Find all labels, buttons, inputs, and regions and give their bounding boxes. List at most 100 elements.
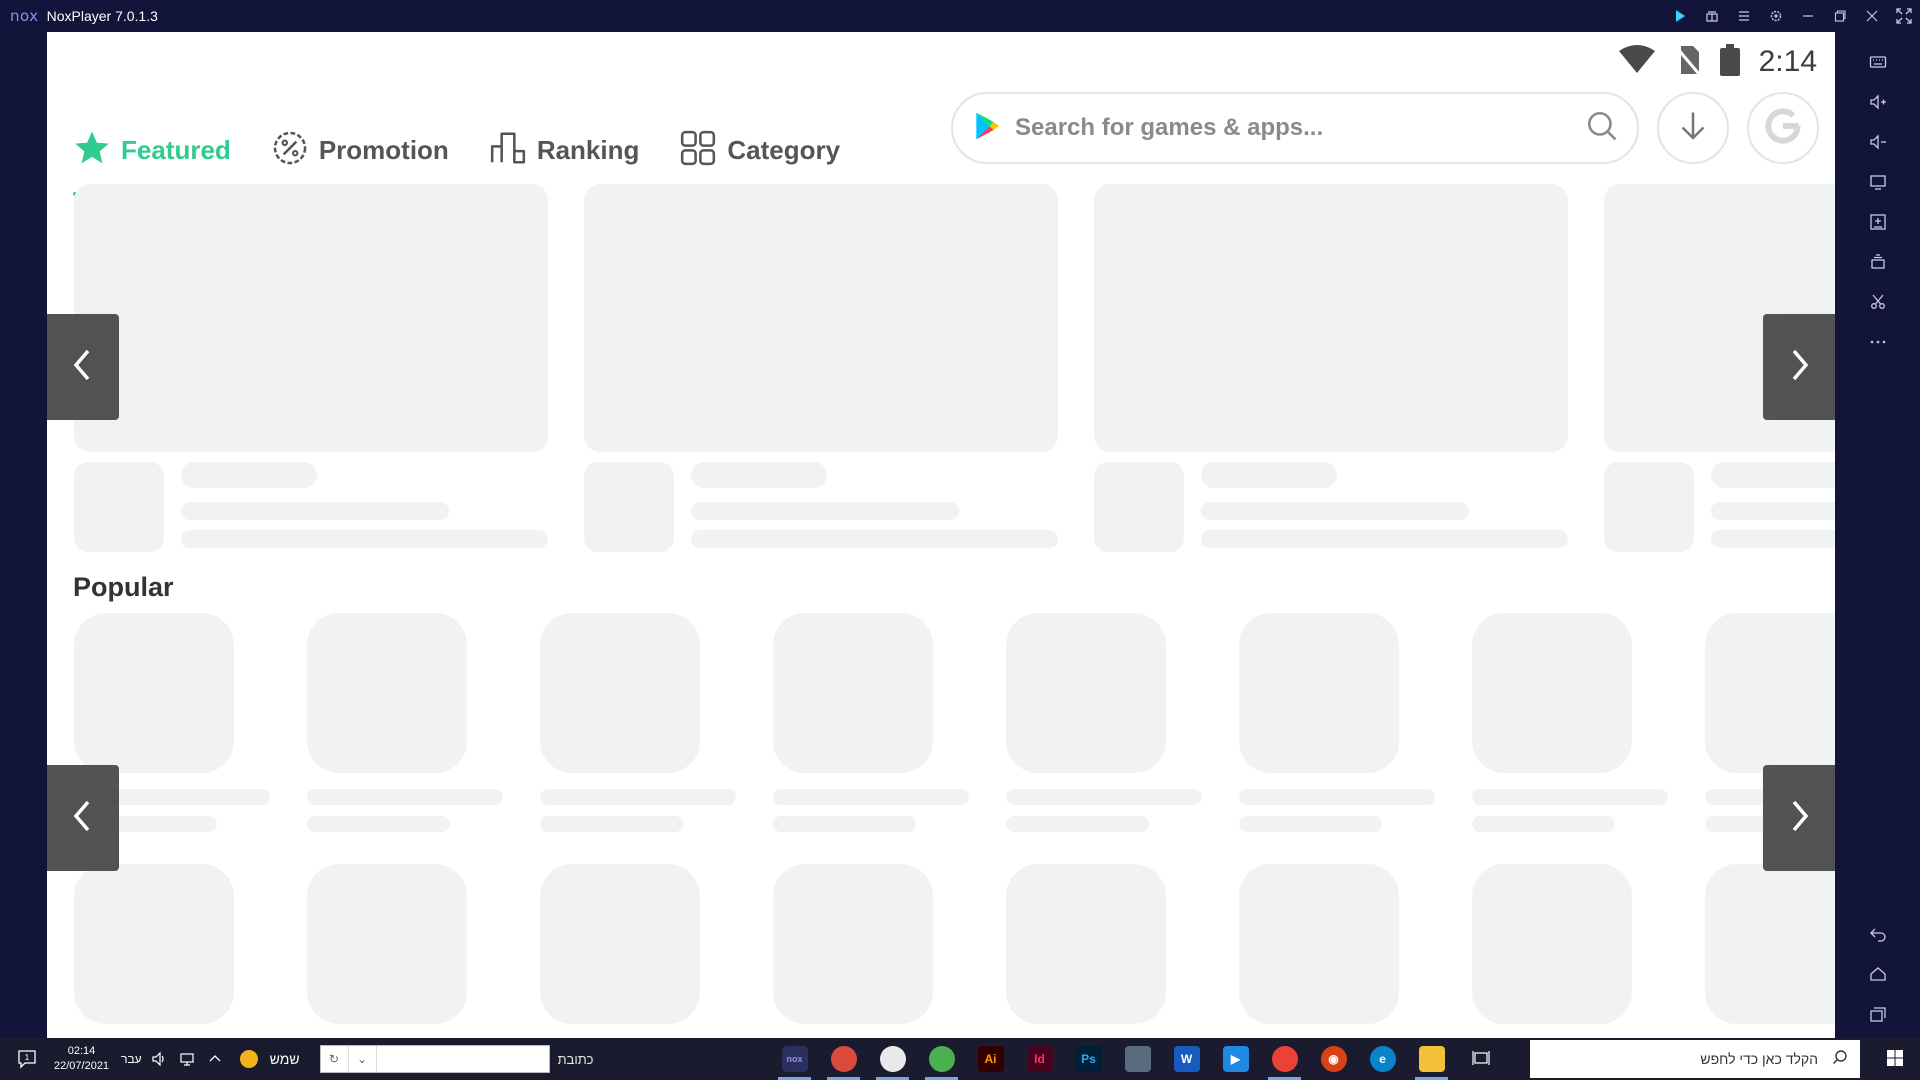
app-tile-placeholder[interactable]: [1006, 864, 1166, 1024]
volume-down-icon[interactable]: [1858, 122, 1898, 162]
app-tile-placeholder[interactable]: [773, 864, 933, 1024]
android-status-bar: 2:14: [1617, 38, 1817, 86]
taskbar-app-edge[interactable]: e: [1358, 1038, 1407, 1080]
popular-next-button[interactable]: [1763, 765, 1835, 871]
home-icon[interactable]: [1858, 954, 1898, 994]
taskbar-app-illustrator[interactable]: Ai: [966, 1038, 1015, 1080]
text-placeholder: [307, 816, 450, 832]
banner-placeholder[interactable]: [1094, 184, 1568, 452]
google-icon: [1761, 104, 1805, 153]
fullscreen-icon[interactable]: [1888, 0, 1920, 32]
text-placeholder: [1472, 789, 1668, 805]
tab-ranking[interactable]: Ranking: [489, 120, 639, 180]
taskbar-app-indesign[interactable]: Id: [1015, 1038, 1064, 1080]
search-icon[interactable]: [1585, 109, 1619, 148]
app-tile-placeholder[interactable]: [1705, 613, 1835, 773]
multi-instance-icon[interactable]: [1858, 242, 1898, 282]
nox-app-icon: nox: [781, 1046, 808, 1072]
taskbar-app-nox[interactable]: nox: [770, 1038, 819, 1080]
add-apk-icon[interactable]: [1858, 202, 1898, 242]
tab-category[interactable]: Category: [679, 120, 840, 180]
start-button[interactable]: [1880, 1044, 1910, 1074]
taskbar-task-view[interactable]: [1456, 1038, 1505, 1080]
minimize-icon[interactable]: [1792, 0, 1824, 32]
keyboard-icon[interactable]: [1858, 42, 1898, 82]
menu-icon[interactable]: [1728, 0, 1760, 32]
taskbar-app-chrome-profile-1[interactable]: [819, 1038, 868, 1080]
speaker-icon[interactable]: [148, 1048, 170, 1070]
settings-icon[interactable]: [1760, 0, 1792, 32]
close-icon[interactable]: [1856, 0, 1888, 32]
app-tile-placeholder[interactable]: [307, 613, 467, 773]
taskbar-app-media-player[interactable]: ▶: [1211, 1038, 1260, 1080]
recent-apps-icon[interactable]: [1858, 994, 1898, 1034]
more-icon[interactable]: [1858, 322, 1898, 362]
chevron-down-icon[interactable]: ⌄: [349, 1046, 377, 1072]
chevron-left-icon: [68, 345, 98, 390]
app-tile-placeholder[interactable]: [540, 613, 700, 773]
banner-placeholder[interactable]: [584, 184, 1058, 452]
taskbar-app-chrome-profile-2[interactable]: [868, 1038, 917, 1080]
app-tile-placeholder[interactable]: [1006, 613, 1166, 773]
taskbar-clock[interactable]: 02:14 22/07/2021: [54, 1044, 109, 1074]
screen-icon[interactable]: [1858, 162, 1898, 202]
scissors-icon[interactable]: [1858, 282, 1898, 322]
text-placeholder: [1239, 816, 1382, 832]
weather-widget[interactable]: שמש: [239, 1050, 300, 1068]
app-tile-placeholder[interactable]: [1239, 864, 1399, 1024]
app-tile-placeholder[interactable]: [74, 864, 234, 1024]
edge-icon: e: [1369, 1046, 1396, 1072]
featured-prev-button[interactable]: [47, 314, 119, 420]
volume-up-icon[interactable]: [1858, 82, 1898, 122]
taskbar-search[interactable]: הקלד כאן כדי לחפש: [1530, 1040, 1860, 1078]
text-placeholder: [1711, 530, 1835, 548]
taskbar-app-music[interactable]: ◉: [1309, 1038, 1358, 1080]
taskbar-app-chrome[interactable]: [1260, 1038, 1309, 1080]
app-tile-placeholder[interactable]: [540, 864, 700, 1024]
taskbar-app-file-explorer[interactable]: [1407, 1038, 1456, 1080]
restore-icon[interactable]: [1824, 0, 1856, 32]
popular-prev-button[interactable]: [47, 765, 119, 871]
address-toolbar[interactable]: ↻ ⌄: [319, 1045, 550, 1073]
taskbar-app-chrome-canary[interactable]: [917, 1038, 966, 1080]
refresh-icon[interactable]: ↻: [321, 1046, 349, 1072]
app-tile-placeholder[interactable]: [1472, 613, 1632, 773]
language-indicator[interactable]: עבר: [121, 1052, 142, 1066]
side-toolbar: [1835, 32, 1920, 1038]
app-tile-placeholder[interactable]: [773, 613, 933, 773]
google-account-button[interactable]: [1747, 92, 1819, 164]
network-icon[interactable]: [176, 1048, 198, 1070]
search-bar[interactable]: [951, 92, 1639, 164]
app-tile-placeholder[interactable]: [1705, 864, 1835, 1024]
gift-icon[interactable]: [1696, 0, 1728, 32]
search-input[interactable]: [1015, 114, 1585, 142]
text-placeholder: [773, 816, 916, 832]
folder-icon: [1418, 1046, 1445, 1072]
text-placeholder: [1201, 530, 1568, 548]
app-tile-placeholder[interactable]: [74, 613, 234, 773]
app-tile-placeholder[interactable]: [1472, 864, 1632, 1024]
percent-badge-icon: [271, 129, 309, 172]
tab-featured[interactable]: Featured: [73, 120, 231, 196]
notification-count: 1: [25, 1053, 30, 1062]
back-icon[interactable]: [1858, 914, 1898, 954]
taskbar-app-calculator[interactable]: [1113, 1038, 1162, 1080]
play-icon[interactable]: [1664, 0, 1696, 32]
text-placeholder: [181, 502, 449, 520]
tab-promotion[interactable]: Promotion: [271, 120, 449, 180]
download-button[interactable]: [1657, 92, 1729, 164]
app-tile-placeholder[interactable]: [307, 864, 467, 1024]
illustrator-icon: Ai: [977, 1046, 1004, 1072]
taskbar-search-placeholder: הקלד כאן כדי לחפש: [1700, 1051, 1818, 1067]
tab-label: Category: [727, 134, 841, 165]
notification-icon[interactable]: 1: [16, 1048, 38, 1070]
text-placeholder: [691, 530, 1058, 548]
chrome-profile-icon: [830, 1046, 857, 1072]
banner-placeholder[interactable]: [74, 184, 548, 452]
weather-label: שמש: [269, 1051, 300, 1067]
featured-next-button[interactable]: [1763, 314, 1835, 420]
app-tile-placeholder[interactable]: [1239, 613, 1399, 773]
taskbar-app-word[interactable]: W: [1162, 1038, 1211, 1080]
chevron-up-icon[interactable]: [204, 1048, 226, 1070]
taskbar-app-photoshop[interactable]: Ps: [1064, 1038, 1113, 1080]
